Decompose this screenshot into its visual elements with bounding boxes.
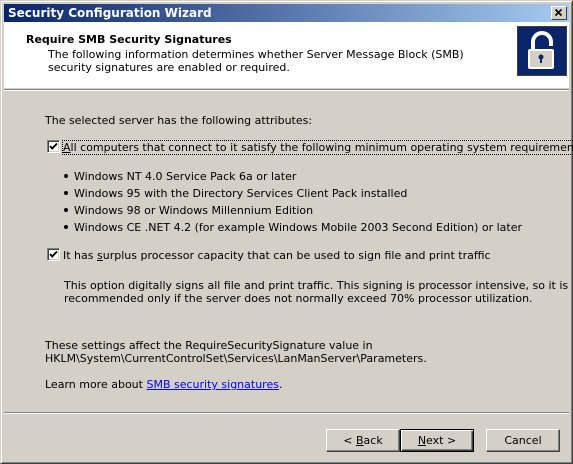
cancel-button[interactable]: Cancel [486,429,560,452]
footer-divider-highlight [4,413,569,414]
window-title: Security Configuration Wizard [8,6,212,20]
next-button-mnemonic: N [417,434,427,447]
back-button-mnemonic: B [356,434,364,447]
list-item: Windows 95 with the Directory Services C… [74,187,408,200]
padlock-icon [528,31,554,69]
surplus-capacity-label-rest: urplus processor capacity that can be us… [102,249,491,262]
checkmark-icon [49,250,58,258]
bullet-icon [64,225,68,229]
back-button-rest: ack [363,434,383,447]
wizard-window: Security Configuration Wizard Require SM… [0,0,573,464]
bullet-icon [64,208,68,212]
surplus-capacity-checkbox[interactable] [47,248,60,261]
close-icon [554,8,563,17]
next-button[interactable]: Next > [400,429,474,452]
title-bar[interactable]: Security Configuration Wizard [4,4,569,22]
wizard-header: Require SMB Security Signatures The foll… [4,22,569,88]
page-title: Require SMB Security Signatures [26,33,232,46]
surplus-capacity-label[interactable]: It has surplus processor capacity that c… [63,249,491,262]
smb-signatures-link[interactable]: SMB security signatures [146,378,278,391]
next-button-rest: ext > [426,434,457,447]
os-requirements-label-rest: ll computers that connect to it satisfy … [70,141,573,154]
option-note-line1: This option digitally signs all file and… [64,279,569,292]
os-requirements-checkbox[interactable] [47,140,60,153]
learn-more-prefix: Learn more about [45,378,147,391]
option-note-line2: recommended only if the server does not … [64,292,533,305]
list-item: Windows CE .NET 4.2 (for example Windows… [74,221,523,234]
learn-more-suffix: . [278,378,283,391]
back-button-prefix: < [343,434,356,447]
header-divider-highlight [4,90,569,91]
os-requirements-mnemonic: A [63,141,71,154]
intro-text: The selected server has the following at… [45,114,313,127]
settings-note-line2: HKLM\System\CurrentControlSet\Services\L… [45,352,427,365]
settings-note-line1: These settings affect the RequireSecurit… [45,339,373,352]
surplus-capacity-label-prefix: It has [63,249,97,262]
bullet-icon [64,174,68,178]
header-graphic [517,26,567,76]
learn-more-text: Learn more about SMB security signatures… [45,378,282,391]
bullet-icon [64,191,68,195]
checkmark-icon [49,142,58,150]
page-description: The following information determines whe… [48,48,464,74]
list-item: Windows NT 4.0 Service Pack 6a or later [74,170,297,183]
list-item: Windows 98 or Windows Millennium Edition [74,204,314,217]
os-requirements-label[interactable]: All computers that connect to it satisfy… [62,140,573,155]
close-button[interactable] [551,6,567,20]
back-button[interactable]: < Back [326,429,400,452]
